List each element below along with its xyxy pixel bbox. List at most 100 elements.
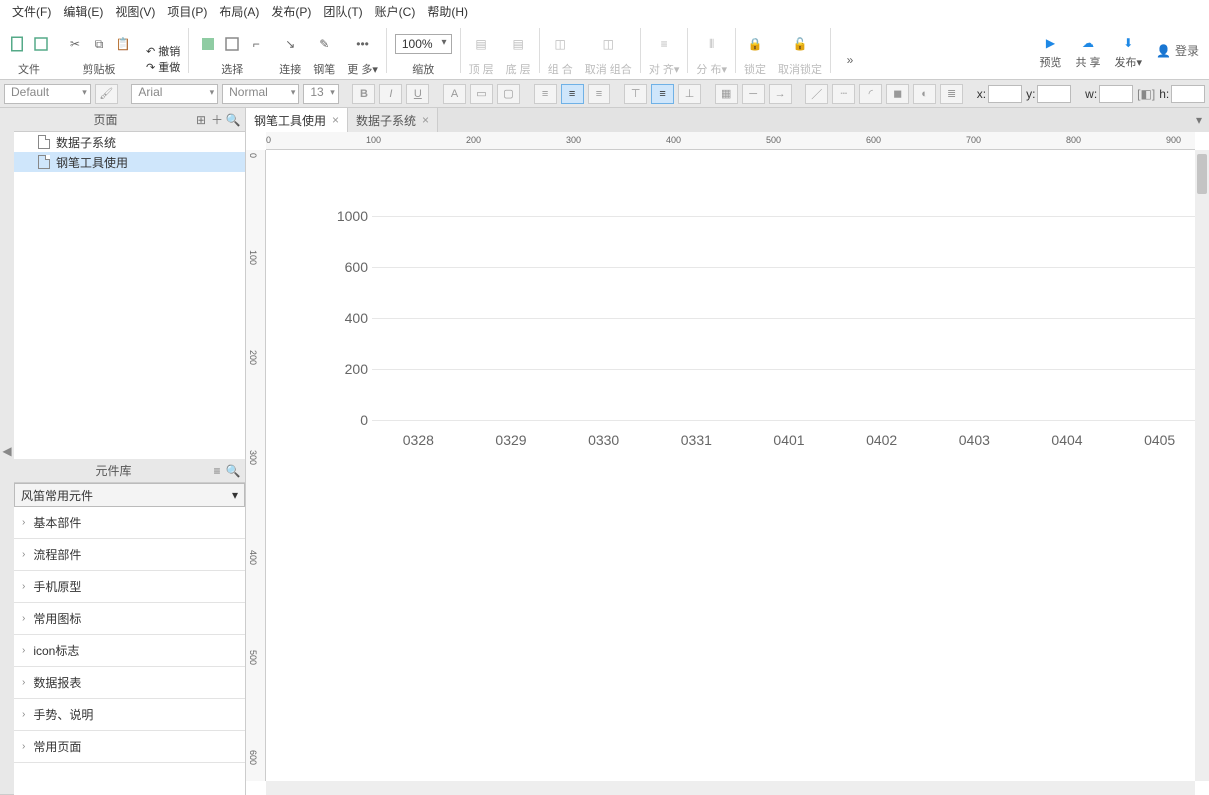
page-item[interactable]: 钢笔工具使用: [14, 152, 245, 172]
distribute-icon[interactable]: ⦀: [701, 33, 723, 55]
lock-icon[interactable]: 🔒: [744, 33, 766, 55]
text-color-button[interactable]: A: [443, 84, 466, 104]
horizontal-scrollbar[interactable]: [266, 781, 1195, 795]
zoom-select[interactable]: 100%: [395, 34, 452, 54]
h-input[interactable]: [1171, 85, 1205, 103]
send-back-icon[interactable]: ▤: [507, 33, 529, 55]
menu-file[interactable]: 文件(F): [6, 1, 57, 22]
distribute-label[interactable]: 分 布▾: [696, 61, 727, 77]
collapse-left-icon[interactable]: ◀: [0, 108, 14, 795]
pen-tool-icon[interactable]: ✎: [313, 33, 335, 55]
valign-bottom-button[interactable]: ⊥: [678, 84, 701, 104]
font-select[interactable]: Arial: [131, 84, 218, 104]
fill-color-button[interactable]: ▭: [470, 84, 493, 104]
cut-icon[interactable]: ✂: [64, 33, 86, 55]
save-icon[interactable]: [30, 33, 52, 55]
publish-label[interactable]: 发布▾: [1115, 54, 1143, 70]
login-button[interactable]: 👤登录: [1156, 42, 1199, 59]
redo-button[interactable]: ↷ 重做: [146, 59, 180, 75]
document-tab[interactable]: 数据子系统×: [348, 108, 438, 132]
w-input[interactable]: [1099, 85, 1133, 103]
menu-publish[interactable]: 发布(P): [265, 1, 317, 22]
vertical-scrollbar[interactable]: [1195, 150, 1209, 781]
search-library-icon[interactable]: 🔍: [225, 463, 241, 479]
copy-icon[interactable]: ⧉: [88, 33, 110, 55]
paste-icon[interactable]: 📋: [112, 33, 134, 55]
align-label[interactable]: 对 齐▾: [649, 61, 680, 77]
category-label: 基本部件: [33, 514, 81, 531]
add-page-icon[interactable]: ＋: [209, 112, 225, 128]
select-contain-icon[interactable]: [221, 33, 243, 55]
library-category[interactable]: ›icon标志: [14, 635, 245, 667]
close-tab-icon[interactable]: ×: [332, 113, 339, 127]
corner-button[interactable]: ◜: [859, 84, 882, 104]
library-category[interactable]: ›常用页面: [14, 731, 245, 763]
menu-project[interactable]: 项目(P): [161, 1, 213, 22]
line-pattern-button[interactable]: ┄: [832, 84, 855, 104]
shadow-button[interactable]: ◼: [886, 84, 909, 104]
align-left-button[interactable]: ≡: [534, 84, 557, 104]
document-tab[interactable]: 钢笔工具使用×: [246, 108, 348, 132]
library-category[interactable]: ›数据报表: [14, 667, 245, 699]
font-size-select[interactable]: 13: [303, 84, 338, 104]
more-icon[interactable]: •••: [352, 33, 374, 55]
lock-ratio-icon[interactable]: [◧]: [1137, 87, 1155, 101]
list-button[interactable]: ≣: [940, 84, 963, 104]
scrollbar-thumb[interactable]: [1197, 154, 1207, 194]
chart[interactable]: 10006004002000 0328032903300331040104020…: [326, 216, 1195, 456]
select-rect-icon[interactable]: [197, 33, 219, 55]
unlock-icon[interactable]: 🔓: [789, 33, 811, 55]
search-pages-icon[interactable]: 🔍: [225, 112, 241, 128]
style-paint-icon[interactable]: 🖌: [95, 84, 118, 104]
valign-middle-button[interactable]: ≡: [651, 84, 674, 104]
page-item[interactable]: 数据子系统: [14, 132, 245, 152]
menu-view[interactable]: 视图(V): [109, 1, 161, 22]
ungroup-icon[interactable]: ◫: [597, 33, 619, 55]
valign-top-button[interactable]: ⊤: [624, 84, 647, 104]
preview-icon[interactable]: ▶: [1039, 32, 1061, 54]
connect-icon[interactable]: ↘: [279, 33, 301, 55]
menu-account[interactable]: 账户(C): [369, 1, 422, 22]
border-color-button[interactable]: ▢: [497, 84, 520, 104]
undo-button[interactable]: ↶ 撤销: [146, 43, 180, 59]
x-input[interactable]: [988, 85, 1022, 103]
library-menu-icon[interactable]: ≡: [209, 463, 225, 479]
canvas[interactable]: 10006004002000 0328032903300331040104020…: [266, 150, 1195, 781]
underline-button[interactable]: U: [406, 84, 429, 104]
font-weight-select[interactable]: Normal: [222, 84, 299, 104]
borders-button[interactable]: ▦: [715, 84, 738, 104]
add-folder-icon[interactable]: ⊞: [193, 112, 209, 128]
arrow-button[interactable]: →: [769, 84, 792, 104]
library-category[interactable]: ›手势、说明: [14, 699, 245, 731]
new-file-icon[interactable]: [6, 33, 28, 55]
publish-icon[interactable]: ⬇: [1117, 32, 1139, 54]
y-input[interactable]: [1037, 85, 1071, 103]
line-style-button[interactable]: ─: [742, 84, 765, 104]
menu-help[interactable]: 帮助(H): [421, 1, 474, 22]
library-dropdown[interactable]: 风笛常用元件: [14, 483, 245, 507]
library-category[interactable]: ›流程部件: [14, 539, 245, 571]
library-category[interactable]: ›基本部件: [14, 507, 245, 539]
bring-front-icon[interactable]: ▤: [470, 33, 492, 55]
align-right-button[interactable]: ≡: [588, 84, 611, 104]
align-center-button[interactable]: ≡: [561, 84, 584, 104]
tabs-dropdown-icon[interactable]: ▾: [1189, 108, 1209, 132]
align-icon[interactable]: ≡: [653, 33, 675, 55]
library-category[interactable]: ›常用图标: [14, 603, 245, 635]
group-icon[interactable]: ◫: [549, 33, 571, 55]
more-label[interactable]: 更 多▾: [347, 61, 378, 77]
menu-layout[interactable]: 布局(A): [213, 1, 265, 22]
italic-button[interactable]: I: [379, 84, 402, 104]
library-category[interactable]: ›手机原型: [14, 571, 245, 603]
bold-button[interactable]: B: [352, 84, 375, 104]
share-icon[interactable]: ☁: [1077, 32, 1099, 54]
close-tab-icon[interactable]: ×: [422, 113, 429, 127]
line-width-button[interactable]: ／: [805, 84, 828, 104]
menu-team[interactable]: 团队(T): [317, 1, 368, 22]
style-select[interactable]: Default: [4, 84, 91, 104]
overflow-icon[interactable]: »: [839, 49, 861, 71]
select-cross-icon[interactable]: ⌐: [245, 33, 267, 55]
menu-edit[interactable]: 编辑(E): [57, 1, 109, 22]
opacity-button[interactable]: ◐: [913, 84, 936, 104]
menu-bar: 文件(F) 编辑(E) 视图(V) 项目(P) 布局(A) 发布(P) 团队(T…: [0, 0, 1209, 22]
